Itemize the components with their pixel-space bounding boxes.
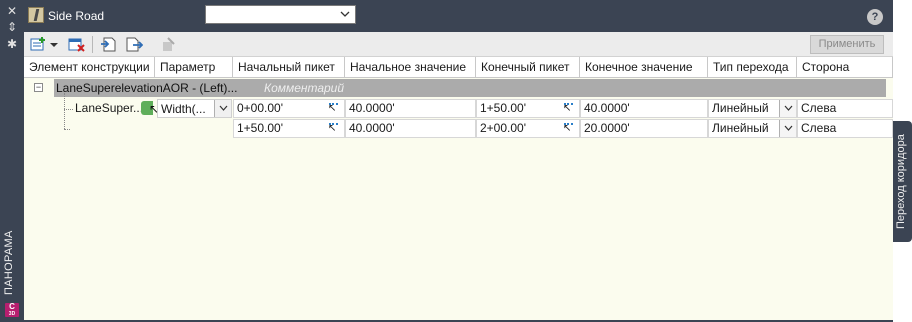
road-icon: [28, 7, 44, 23]
pick-station-icon[interactable]: ↖: [328, 121, 342, 136]
side-cell[interactable]: Слева: [797, 119, 893, 138]
palette-header: Side Road ?: [24, 0, 893, 32]
group-row[interactable]: LaneSuperelevationAOR - (Left)... Коммен…: [54, 79, 886, 97]
start-station-value: 0+00.00': [237, 101, 284, 115]
group-name: LaneSuperelevationAOR - (Left)...: [56, 81, 238, 95]
import-icon[interactable]: [100, 36, 118, 53]
column-header-start-value[interactable]: Начальное значение: [345, 57, 476, 78]
chevron-down-icon[interactable]: [214, 100, 231, 117]
transition-type-value: Линейный: [712, 121, 769, 135]
end-station-value: 1+50.00': [480, 101, 527, 115]
palette-side-strip: ✕ ⇕ ✱ ПАНОРАМА C 3D: [0, 0, 24, 322]
chevron-down-icon[interactable]: [338, 7, 352, 22]
transition-type-select[interactable]: Линейный: [708, 99, 797, 118]
side-value: Слева: [801, 101, 837, 115]
start-station-value: 1+50.00': [237, 121, 284, 135]
column-header-transition-type[interactable]: Тип перехода: [708, 57, 797, 78]
end-station-cell[interactable]: 1+50.00' ↖: [476, 99, 580, 118]
collapse-icon[interactable]: −: [34, 83, 43, 92]
end-value: 40.0000': [584, 101, 630, 115]
corridor-select[interactable]: [205, 5, 356, 24]
auto-hide-icon[interactable]: ⇕: [5, 20, 19, 34]
start-station-cell[interactable]: 1+50.00' ↖: [233, 119, 345, 138]
parameter-value: Width(...: [161, 102, 206, 116]
start-value: 40.0000': [349, 121, 395, 135]
pick-station-icon[interactable]: ↖: [328, 101, 342, 116]
toolbar: Применить: [24, 32, 893, 57]
column-header-parameter[interactable]: Параметр: [155, 57, 233, 78]
logo-letter: C: [9, 302, 15, 311]
start-value: 40.0000': [349, 101, 395, 115]
end-station-value: 2+00.00': [480, 121, 527, 135]
group-comment[interactable]: Комментарий: [264, 81, 344, 95]
transition-type-value: Линейный: [712, 101, 769, 115]
pick-station-icon[interactable]: ↖: [563, 121, 577, 136]
palette-title: ПАНОРАМА: [3, 230, 15, 296]
end-value-cell[interactable]: 20.0000': [580, 119, 708, 138]
column-header-start-station[interactable]: Начальный пикет: [233, 57, 345, 78]
corridor-transition-palette: ✕ ⇕ ✱ ПАНОРАМА C 3D Side Road ? Применит…: [0, 0, 893, 322]
start-value-cell[interactable]: 40.0000': [345, 119, 476, 138]
start-value-cell[interactable]: 40.0000': [345, 99, 476, 118]
right-tab-label: Переход коридора: [895, 134, 907, 230]
export-icon[interactable]: [125, 36, 144, 53]
delete-transition-icon[interactable]: [68, 36, 86, 53]
tree-line: [64, 129, 70, 130]
pick-station-icon[interactable]: ↖: [563, 101, 577, 116]
add-dropdown-chevron-icon[interactable]: [49, 36, 59, 53]
civil3d-logo: C 3D: [5, 303, 19, 317]
toolbar-separator: [92, 36, 93, 53]
column-header-end-station[interactable]: Конечный пикет: [476, 57, 580, 78]
transition-type-select[interactable]: Линейный: [708, 119, 797, 138]
transition-grid: Элемент конструкции Параметр Начальный п…: [24, 57, 893, 320]
column-header-element[interactable]: Элемент конструкции: [24, 57, 155, 78]
child-element-name[interactable]: LaneSuper...: [75, 101, 143, 115]
tree-line: [64, 109, 73, 110]
parameter-select[interactable]: Width(...: [157, 99, 232, 118]
disabled-tool-icon: [160, 36, 178, 53]
chevron-down-icon[interactable]: [779, 120, 796, 137]
side-value: Слева: [801, 121, 837, 135]
road-name: Side Road: [48, 9, 105, 23]
column-header-side[interactable]: Сторона: [797, 57, 893, 78]
logo-sub: 3D: [8, 311, 16, 317]
end-value-cell[interactable]: 40.0000': [580, 99, 708, 118]
chevron-down-icon[interactable]: [779, 100, 796, 117]
close-icon[interactable]: ✕: [5, 4, 19, 18]
apply-button[interactable]: Применить: [810, 35, 884, 54]
end-station-cell[interactable]: 2+00.00' ↖: [476, 119, 580, 138]
add-transition-icon[interactable]: [30, 36, 48, 53]
properties-icon[interactable]: ✱: [5, 37, 19, 51]
side-cell[interactable]: Слева: [797, 99, 893, 118]
end-value: 20.0000': [584, 121, 630, 135]
start-station-cell[interactable]: 0+00.00' ↖: [233, 99, 345, 118]
tree-line: [64, 93, 65, 129]
help-icon[interactable]: ?: [867, 9, 883, 25]
corridor-transition-tab[interactable]: Переход коридора: [893, 121, 912, 242]
column-header-end-value[interactable]: Конечное значение: [580, 57, 708, 78]
